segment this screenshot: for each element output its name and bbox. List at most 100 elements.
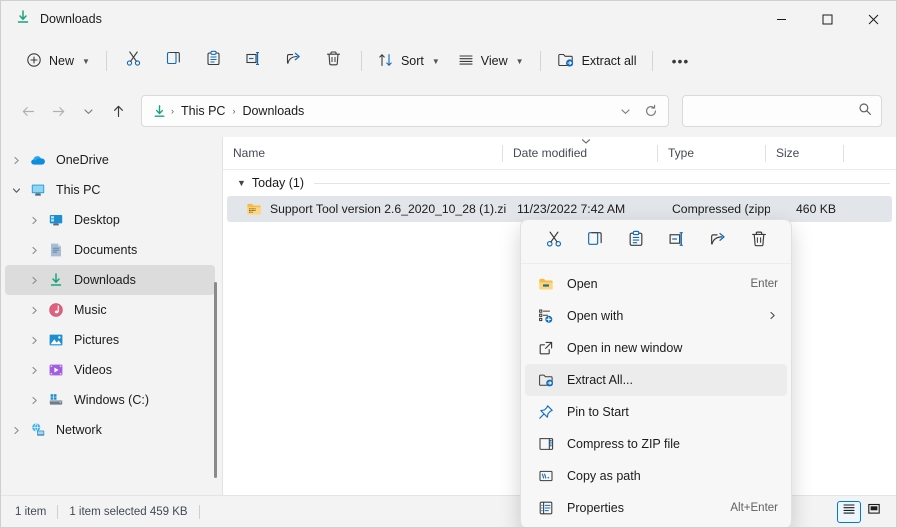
- file-explorer-window: Downloads New ▼ Sort ▼ View ▼ Extract al…: [0, 0, 897, 528]
- chevron-right-icon[interactable]: [5, 155, 27, 166]
- sidebar-item-label: Downloads: [74, 273, 136, 287]
- refresh-icon[interactable]: [638, 97, 664, 125]
- sidebar-scrollbar[interactable]: [214, 282, 217, 478]
- context-menu-item-properties[interactable]: Properties Alt+Enter: [525, 492, 787, 524]
- column-header-label: Size: [776, 146, 800, 160]
- chevron-right-icon[interactable]: [23, 365, 45, 376]
- paste-button[interactable]: [195, 45, 233, 77]
- sidebar-item-pictures[interactable]: Pictures: [5, 325, 215, 355]
- view-button[interactable]: View ▼: [449, 45, 533, 77]
- videos-icon: [45, 362, 67, 378]
- more-options-button[interactable]: •••: [661, 45, 699, 77]
- context-menu-item-extract-all[interactable]: Extract All...: [525, 364, 787, 396]
- file-type-cell: Compressed (zipp: [672, 202, 770, 216]
- chevron-right-icon[interactable]: [23, 305, 45, 316]
- chevron-right-icon[interactable]: [23, 215, 45, 226]
- new-button[interactable]: New ▼: [17, 45, 99, 77]
- column-header-label: Date modified: [513, 146, 588, 160]
- column-header-date-modified[interactable]: Date modified: [503, 137, 658, 170]
- breadcrumb-downloads[interactable]: Downloads: [236, 101, 310, 121]
- chevron-right-icon[interactable]: [23, 245, 45, 256]
- address-dropdown-icon[interactable]: [612, 97, 638, 125]
- context-menu-item-copy-as-path[interactable]: Copy as path: [525, 460, 787, 492]
- close-button[interactable]: [850, 1, 896, 37]
- share-icon-button[interactable]: [701, 226, 735, 258]
- paste-icon-button[interactable]: [619, 226, 653, 258]
- downloads-arrow-icon: [15, 9, 31, 30]
- chevron-right-icon[interactable]: [23, 395, 45, 406]
- search-box[interactable]: [682, 95, 882, 127]
- sidebar-item-downloads[interactable]: Downloads: [5, 265, 215, 295]
- chevron-down-icon: ▼: [82, 56, 90, 66]
- navigation-pane: OneDrive This PC Desktop Documents Downloads…: [1, 137, 223, 495]
- chevron-right-icon[interactable]: [23, 275, 45, 286]
- cut-icon-button[interactable]: [537, 226, 571, 258]
- cut-button[interactable]: [115, 45, 153, 77]
- context-menu-item-open[interactable]: Open Enter: [525, 268, 787, 300]
- share-icon: [285, 50, 302, 72]
- minimize-button[interactable]: [758, 1, 804, 37]
- sidebar-item-this-pc[interactable]: This PC: [5, 175, 215, 205]
- chevron-right-icon: [767, 310, 778, 323]
- sidebar-item-desktop[interactable]: Desktop: [5, 205, 215, 235]
- monitor-icon: [27, 182, 49, 198]
- chevron-down-icon[interactable]: [5, 185, 27, 196]
- context-menu-item-open-with[interactable]: Open with: [525, 300, 787, 332]
- back-button[interactable]: [13, 96, 43, 126]
- extract-all-button[interactable]: Extract all: [548, 45, 646, 77]
- context-menu-item-compress-to-zip-file[interactable]: Compress to ZIP file: [525, 428, 787, 460]
- context-menu-item-pin-to-start[interactable]: Pin to Start: [525, 396, 787, 428]
- chevron-right-icon[interactable]: [5, 425, 27, 436]
- maximize-button[interactable]: [804, 1, 850, 37]
- rename-icon-button[interactable]: [660, 226, 694, 258]
- sidebar-item-label: Music: [74, 303, 107, 317]
- column-resize-handle[interactable]: [843, 144, 844, 162]
- rename-button[interactable]: [235, 45, 273, 77]
- sort-indicator-icon: [581, 138, 591, 147]
- share-button[interactable]: [275, 45, 313, 77]
- group-header-today[interactable]: ▼ Today (1): [223, 170, 896, 196]
- new-window-icon: [533, 340, 559, 356]
- column-header-label: Type: [668, 146, 695, 160]
- onedrive-cloud-icon: [27, 152, 49, 168]
- column-header-name[interactable]: Name: [223, 137, 503, 170]
- sidebar-item-documents[interactable]: Documents: [5, 235, 215, 265]
- sidebar-item-network[interactable]: Network: [5, 415, 215, 445]
- large-icons-view-button[interactable]: [862, 501, 886, 523]
- toolbar-divider-4: [652, 51, 654, 71]
- context-menu-item-open-in-new-window[interactable]: Open in new window: [525, 332, 787, 364]
- chevron-right-icon[interactable]: [23, 335, 45, 346]
- chevron-down-icon: ▼: [431, 56, 440, 66]
- desktop-icon: [45, 212, 67, 228]
- rename-icon: [245, 50, 262, 72]
- sort-button[interactable]: Sort ▼: [369, 45, 449, 77]
- recent-locations-button[interactable]: [73, 96, 103, 126]
- sidebar-item-windows-c[interactable]: Windows (C:): [5, 385, 215, 415]
- sidebar-item-music[interactable]: Music: [5, 295, 215, 325]
- cut-icon: [545, 230, 563, 253]
- ellipsis-icon: •••: [671, 53, 690, 69]
- paste-icon: [627, 230, 645, 253]
- copy-icon-button[interactable]: [578, 226, 612, 258]
- breadcrumb-this-pc[interactable]: This PC: [175, 101, 231, 121]
- address-path-field[interactable]: › This PC › Downloads: [141, 95, 669, 127]
- navigation-list: OneDrive This PC Desktop Documents Downloads…: [1, 145, 223, 445]
- copy-button[interactable]: [155, 45, 193, 77]
- sidebar-item-onedrive[interactable]: OneDrive: [5, 145, 215, 175]
- delete-button[interactable]: [315, 45, 353, 77]
- search-input[interactable]: [692, 104, 858, 118]
- up-button[interactable]: [103, 96, 133, 126]
- column-header-type[interactable]: Type: [658, 137, 766, 170]
- view-toggle-group: [837, 500, 896, 523]
- group-header-label: Today (1): [251, 176, 305, 190]
- plus-circle-icon: [26, 52, 42, 71]
- sidebar-item-videos[interactable]: Videos: [5, 355, 215, 385]
- toolbar-divider-2: [360, 51, 362, 71]
- column-header-size[interactable]: Size: [766, 137, 844, 170]
- sidebar-item-label: Pictures: [74, 333, 120, 347]
- details-view-button[interactable]: [837, 500, 861, 523]
- forward-button[interactable]: [43, 96, 73, 126]
- sidebar-item-label: This PC: [56, 183, 101, 197]
- delete-icon-button[interactable]: [742, 226, 776, 258]
- zip-folder-icon: [246, 201, 262, 217]
